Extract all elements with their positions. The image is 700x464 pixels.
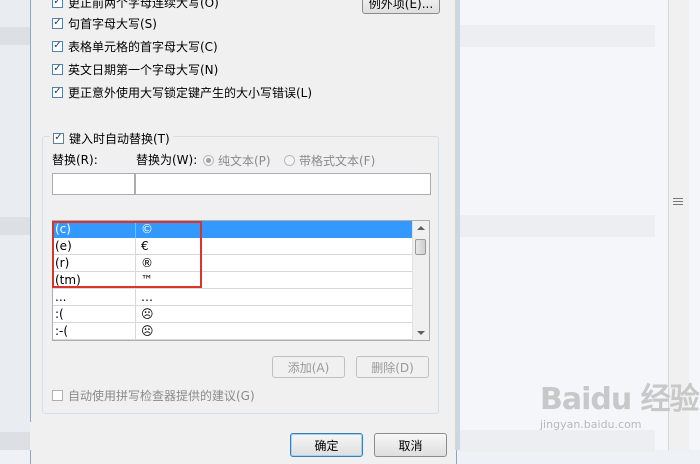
- document-strip: [0, 27, 30, 45]
- watermark-url: jingyan.baidu.com: [540, 418, 642, 431]
- list-item[interactable]: :( ☹: [53, 306, 414, 323]
- entry-to: €: [141, 239, 149, 253]
- entry-from: (c): [55, 222, 71, 236]
- plain-text-radio[interactable]: 纯文本(P): [203, 152, 271, 169]
- checkbox-checked-icon[interactable]: ✓: [52, 40, 63, 52]
- entry-from: (tm): [55, 273, 81, 287]
- entry-to: …: [141, 290, 153, 304]
- entry-to: ®: [141, 256, 153, 270]
- list-item[interactable]: :-( ☹: [53, 323, 414, 340]
- option-capitalize-days[interactable]: ✓ 英文日期第一个字母大写(N): [52, 60, 218, 78]
- entry-from: (r): [55, 256, 70, 270]
- baidu-watermark: Baidu 经验 jingyan.baidu.com: [540, 374, 700, 431]
- scroll-thumb[interactable]: [415, 239, 426, 255]
- cancel-button[interactable]: 取消: [374, 433, 447, 457]
- spellcheck-option[interactable]: 自动使用拼写检查器提供的建议(G): [52, 386, 255, 404]
- plain-text-label: 纯文本(P): [218, 154, 271, 168]
- option-capitalize-table-cells[interactable]: ✓ 表格单元格的首字母大写(C): [52, 37, 218, 55]
- add-button[interactable]: 添加(A): [272, 356, 345, 378]
- entry-from: :-(: [55, 324, 69, 338]
- entry-from: ...: [55, 290, 67, 304]
- option-label: 句首字母大写(S): [68, 16, 157, 31]
- replace-label: 替换(R):: [52, 153, 98, 167]
- delete-button[interactable]: 删除(D): [356, 356, 429, 378]
- formatted-text-radio[interactable]: 带格式文本(F): [284, 152, 375, 169]
- option-label: 更正意外使用大写锁定键产生的大小写错误(L): [68, 85, 313, 100]
- document-band: [460, 25, 655, 47]
- entry-to: ☹: [141, 324, 154, 338]
- option-two-initial-capitals[interactable]: ✓ 更正前两个字母连续大写(O): [52, 0, 219, 11]
- watermark-logo: Baidu 经验: [540, 382, 700, 417]
- exceptions-button[interactable]: 例外项(E)...: [362, 0, 440, 14]
- list-item[interactable]: (c) ©: [53, 221, 414, 238]
- option-correct-caps-lock[interactable]: ✓ 更正意外使用大写锁定键产生的大小写错误(L): [52, 83, 312, 101]
- checkbox-checked-icon[interactable]: ✓: [52, 0, 63, 8]
- checkbox-checked-icon[interactable]: ✓: [52, 86, 63, 98]
- option-label: 表格单元格的首字母大写(C): [68, 39, 218, 54]
- scrollbar-grip-icon: [673, 196, 683, 206]
- document-strip: [0, 217, 30, 235]
- document-band: [460, 215, 655, 237]
- option-label: 英文日期第一个字母大写(N): [68, 62, 219, 77]
- entry-to: ©: [141, 222, 153, 236]
- scroll-up-icon[interactable]: [417, 226, 425, 230]
- list-item[interactable]: ... …: [53, 289, 414, 306]
- radio-selected-icon[interactable]: [203, 155, 214, 166]
- document-band: [460, 430, 655, 452]
- option-label: 更正前两个字母连续大写(O): [68, 0, 219, 10]
- autoreplace-toggle[interactable]: ✓ 键入时自动替换(T): [50, 131, 173, 146]
- autoreplace-label: 键入时自动替换(T): [69, 131, 170, 146]
- autocorrect-entries-list[interactable]: (c) © (e) € (r) ® (tm) ™ ... … :( ☹ :-( …: [52, 220, 430, 341]
- list-scrollbar[interactable]: [412, 221, 429, 340]
- list-item[interactable]: (r) ®: [53, 255, 414, 272]
- with-label: 替换为(W):: [136, 153, 198, 167]
- checkbox-unchecked-icon[interactable]: [52, 389, 63, 401]
- list-item[interactable]: (tm) ™: [53, 272, 414, 289]
- radio-unselected-icon[interactable]: [284, 155, 295, 166]
- list-item[interactable]: (e) €: [53, 238, 414, 255]
- dialog-frame-edge: [455, 0, 460, 450]
- spellcheck-label: 自动使用拼写检查器提供的建议(G): [68, 388, 255, 403]
- replace-input[interactable]: [52, 173, 135, 195]
- formatted-text-label: 带格式文本(F): [299, 154, 376, 168]
- entry-from: :(: [55, 307, 64, 321]
- checkbox-checked-icon[interactable]: ✓: [52, 17, 63, 29]
- entry-from: (e): [55, 239, 72, 253]
- checkbox-checked-icon[interactable]: ✓: [52, 63, 63, 75]
- scroll-down-icon[interactable]: [417, 331, 425, 335]
- ok-button[interactable]: 确定: [290, 433, 363, 457]
- entry-to: ™: [141, 273, 153, 287]
- with-input[interactable]: [135, 173, 431, 195]
- entry-to: ☹: [141, 307, 154, 321]
- checkbox-checked-icon[interactable]: ✓: [53, 132, 64, 144]
- document-strip: [0, 432, 30, 450]
- option-capitalize-sentences[interactable]: ✓ 句首字母大写(S): [52, 14, 157, 32]
